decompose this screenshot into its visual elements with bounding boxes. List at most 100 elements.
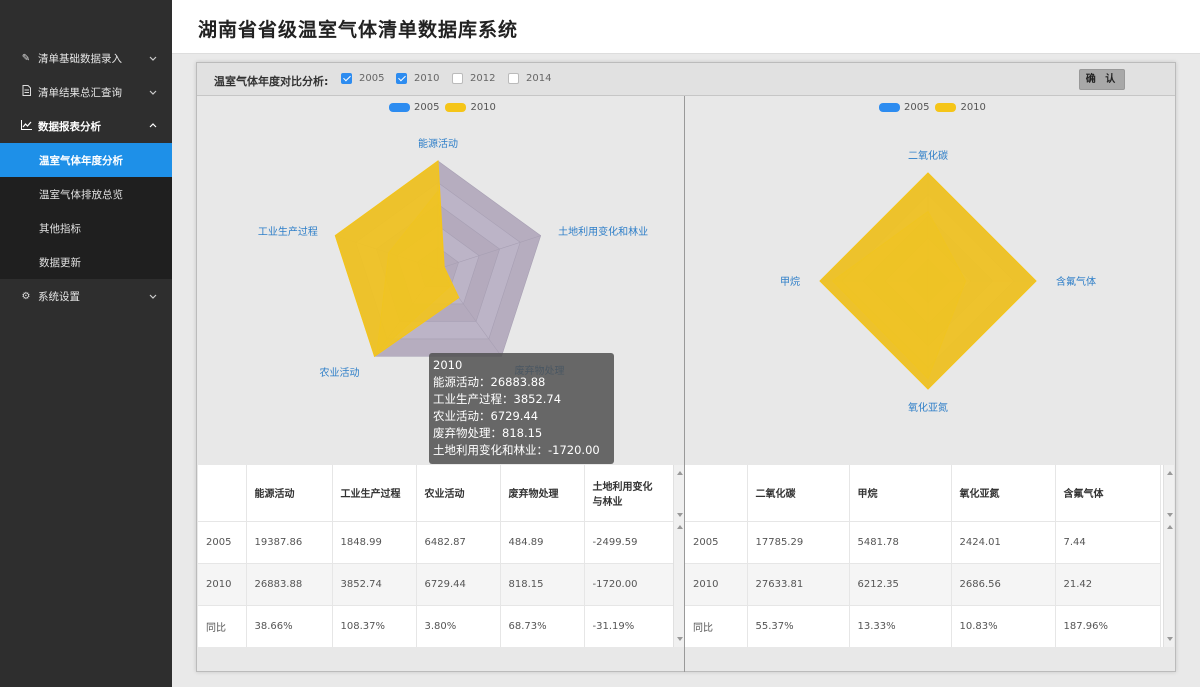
scroll-up-icon[interactable] [1167, 525, 1173, 529]
legend-swatch [935, 103, 957, 112]
legend-swatch [879, 103, 900, 112]
table-cell: 2005 [198, 520, 247, 563]
radar-indicator-label: 甲烷 [780, 275, 800, 288]
column-header[interactable]: 含氟气体 [1055, 465, 1161, 521]
checkbox-2010[interactable]: 2010 [396, 73, 439, 84]
checkbox-box[interactable] [396, 73, 407, 84]
checkbox-label: 2014 [526, 73, 552, 84]
column-header[interactable]: 土地利用变化与林业 [584, 465, 674, 521]
sidebar-item-emission-overview[interactable]: 温室气体排放总览 [0, 177, 172, 211]
checkbox-label: 2005 [359, 73, 385, 84]
chevron-down-icon [149, 294, 157, 299]
column-header[interactable]: 氧化亚氮 [951, 465, 1056, 521]
table-cell: 同比 [198, 604, 247, 647]
scroll-down-icon[interactable] [677, 513, 683, 517]
table-cell: 2010 [198, 562, 247, 605]
scroll-down-icon[interactable] [1167, 637, 1173, 641]
sidebar-item-other-indicators[interactable]: 其他指标 [0, 211, 172, 245]
legend-item-2010[interactable]: 2010 [445, 102, 496, 113]
table-row: 2005 17785.29 5481.78 2424.01 7.44 [685, 520, 1161, 563]
table-row: 2010 26883.88 3852.74 6729.44 818.15 -1720.00 [198, 562, 674, 605]
table-cell: 38.66% [246, 604, 333, 647]
legend-item-2005[interactable]: 2005 [879, 102, 929, 113]
nav-group-label: 系统设置 [38, 290, 80, 303]
legend-item-2010[interactable]: 2010 [935, 102, 986, 113]
legend-label: 2005 [414, 102, 440, 113]
table-cell: 55.37% [747, 604, 850, 647]
chevron-down-icon [149, 90, 157, 95]
checkbox-box[interactable] [341, 73, 352, 84]
table-cell: 27633.81 [747, 562, 850, 605]
checkbox-box[interactable] [452, 73, 463, 84]
column-header[interactable]: 二氧化碳 [747, 465, 850, 521]
legend-item-2005[interactable]: 2005 [389, 102, 439, 113]
legend-label: 2010 [470, 102, 496, 113]
table-cell: 3852.74 [332, 562, 417, 605]
table-cell: -31.19% [584, 604, 674, 647]
legend-swatch [389, 103, 410, 112]
table-cell: 187.96% [1055, 604, 1161, 647]
table-cell: 26883.88 [246, 562, 333, 605]
page-title: 湖南省省级温室气体清单数据库系统 [198, 19, 519, 41]
table-cell: 2005 [685, 520, 748, 563]
nav-group-report-analysis[interactable]: 数据报表分析 [0, 109, 172, 143]
column-header[interactable]: 能源活动 [246, 465, 333, 521]
tooltip-line: 农业活动：6729.44 [433, 409, 539, 423]
table-cell: 17785.29 [747, 520, 850, 563]
table-row: 同比 55.37% 13.33% 10.83% 187.96% [685, 604, 1161, 647]
column-header[interactable]: 甲烷 [849, 465, 952, 521]
sidebar: ✎ 清单基础数据录入 清单结果总汇查询 数据报表分析 温室气体年度分析 温室气体… [0, 0, 172, 687]
data-table: 二氧化碳 甲烷 氧化亚氮 含氟气体 2005 17785.29 5481.78 2424.01… [685, 465, 1161, 647]
table-cell: 6482.87 [416, 520, 501, 563]
scroll-up-icon[interactable] [1167, 471, 1173, 475]
scroll-up-icon[interactable] [677, 525, 683, 529]
radar-indicator-label: 氧化亚氮 [908, 401, 948, 414]
compare-label: 温室气体年度对比分析: [214, 75, 329, 88]
table-scrollbar[interactable] [1163, 465, 1174, 647]
column-header[interactable]: 废弃物处理 [500, 465, 585, 521]
confirm-button[interactable]: 确 认 [1079, 69, 1125, 90]
column-header[interactable] [198, 465, 247, 521]
sidebar-item-data-update[interactable]: 数据更新 [0, 245, 172, 279]
tooltip-line: 土地利用变化和林业：-1720.00 [433, 443, 600, 457]
data-table: 能源活动 工业生产过程 农业活动 废弃物处理 土地利用变化与林业 2005 19387.86… [198, 465, 674, 647]
radar-indicator-label: 土地利用变化和林业 [558, 225, 648, 238]
toolbar: 温室气体年度对比分析: 2005 2010 2012 2014 确 认 [197, 63, 1175, 96]
table-row: 同比 38.66% 108.37% 3.80% 68.73% -31.19% [198, 604, 674, 647]
nav-group-label: 数据报表分析 [38, 120, 101, 133]
nav-group-label: 清单结果总汇查询 [38, 86, 122, 99]
legend-swatch [445, 103, 467, 112]
checkbox-2012[interactable]: 2012 [452, 73, 495, 84]
nav-group-system-settings[interactable]: ⚙ 系统设置 [0, 279, 172, 313]
table-cell: 7.44 [1055, 520, 1161, 563]
chevron-down-icon [149, 56, 157, 61]
column-header[interactable] [685, 465, 748, 521]
radar-chart-sectors: 2005 2010 能源活动土地利用变化和林业废弃物处理农业活动工业生产过程 2… [197, 96, 684, 464]
edit-icon: ✎ [21, 52, 31, 64]
nav-group-data-entry[interactable]: ✎ 清单基础数据录入 [0, 41, 172, 75]
sidebar-item-annual-analysis[interactable]: 温室气体年度分析 [0, 143, 172, 177]
tooltip-line: 能源活动：26883.88 [433, 375, 546, 389]
column-header[interactable]: 工业生产过程 [332, 465, 417, 521]
checkbox-box[interactable] [508, 73, 519, 84]
scroll-down-icon[interactable] [1167, 513, 1173, 517]
scroll-down-icon[interactable] [677, 637, 683, 641]
table-cell: -1720.00 [584, 562, 674, 605]
table-cell: 2424.01 [951, 520, 1056, 563]
checkbox-2014[interactable]: 2014 [508, 73, 551, 84]
checkbox-2005[interactable]: 2005 [341, 73, 384, 84]
chevron-up-icon [149, 123, 157, 128]
radar-indicator-label: 农业活动 [319, 366, 359, 379]
nav-group-summary-query[interactable]: 清单结果总汇查询 [0, 75, 172, 109]
chart-legend: 2005 2010 [879, 102, 992, 113]
scroll-up-icon[interactable] [677, 471, 683, 475]
table-cell: 484.89 [500, 520, 585, 563]
table-scrollbar[interactable] [673, 465, 684, 647]
table-cell: 10.83% [951, 604, 1056, 647]
table-row: 2005 19387.86 1848.99 6482.87 484.89 -2499.59 [198, 520, 674, 563]
table-cell: 同比 [685, 604, 748, 647]
table-header-row: 二氧化碳 甲烷 氧化亚氮 含氟气体 [685, 465, 1161, 521]
column-header[interactable]: 农业活动 [416, 465, 501, 521]
chart-tooltip: 2010 能源活动：26883.88 工业生产过程：3852.74 农业活动：6… [429, 353, 614, 464]
chart-legend: 2005 2010 [389, 102, 502, 113]
